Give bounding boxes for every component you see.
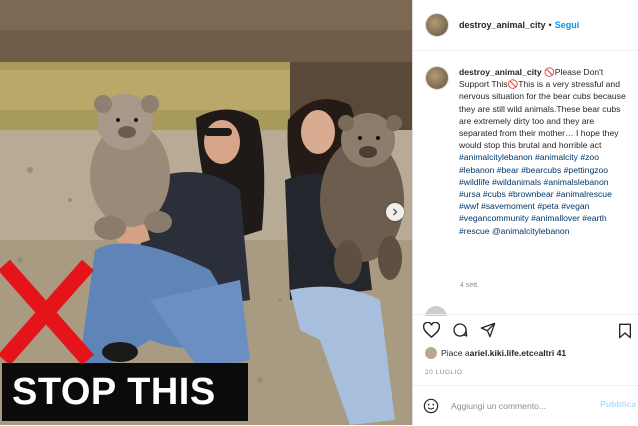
separator-dot: • [548, 20, 552, 30]
next-image-button[interactable] [386, 203, 404, 221]
header-username[interactable]: destroy_animal_city [459, 20, 546, 30]
post-date: 20 LUGLIO [425, 369, 463, 376]
comment-input[interactable] [449, 400, 583, 412]
chevron-right-icon [393, 208, 398, 216]
add-comment-bar: Pubblica [413, 385, 638, 426]
liker-username[interactable]: ariel.kiki.life.etc [470, 348, 534, 358]
share-icon [480, 322, 496, 338]
caption: destroy_animal_city 🚫Please Don't Suppor… [425, 66, 630, 237]
liker-avatar [425, 347, 437, 359]
comment-button[interactable] [452, 322, 468, 338]
likes-summary: Piace a ariel.kiki.life.etc e altri 41 [425, 347, 566, 359]
save-button[interactable] [618, 323, 632, 344]
caption-avatar[interactable] [425, 66, 449, 90]
bookmark-icon [619, 323, 631, 339]
publish-button[interactable]: Pubblica [600, 399, 636, 409]
stop-this-banner: STOP THIS [2, 363, 248, 421]
caption-hashtags[interactable]: #animalcitylebanon #animalcity #zoo #leb… [459, 152, 612, 235]
heart-icon [423, 322, 440, 338]
share-button[interactable] [480, 322, 496, 338]
emoji-icon[interactable] [423, 398, 439, 414]
likes-prefix: Piace a [441, 348, 470, 358]
caption-text: destroy_animal_city 🚫Please Don't Suppor… [459, 66, 629, 237]
caption-time: 4 sett. [460, 282, 480, 289]
caption-username[interactable]: destroy_animal_city [459, 67, 542, 77]
avatar[interactable] [425, 13, 449, 37]
like-button[interactable] [423, 322, 440, 338]
post-image[interactable]: STOP THIS [0, 0, 412, 425]
post-header: destroy_animal_city • Segui [413, 0, 638, 51]
post-photo-illustration [0, 0, 412, 425]
caption-body: 🚫Please Don't Support This🚫This is a ver… [459, 67, 626, 151]
comment-icon [453, 323, 468, 337]
follow-button[interactable]: Segui [555, 20, 580, 30]
likes-others[interactable]: altri 41 [538, 348, 566, 358]
post-details-panel: destroy_animal_city • Segui destroy_anim… [412, 0, 638, 425]
action-bar [413, 314, 638, 345]
